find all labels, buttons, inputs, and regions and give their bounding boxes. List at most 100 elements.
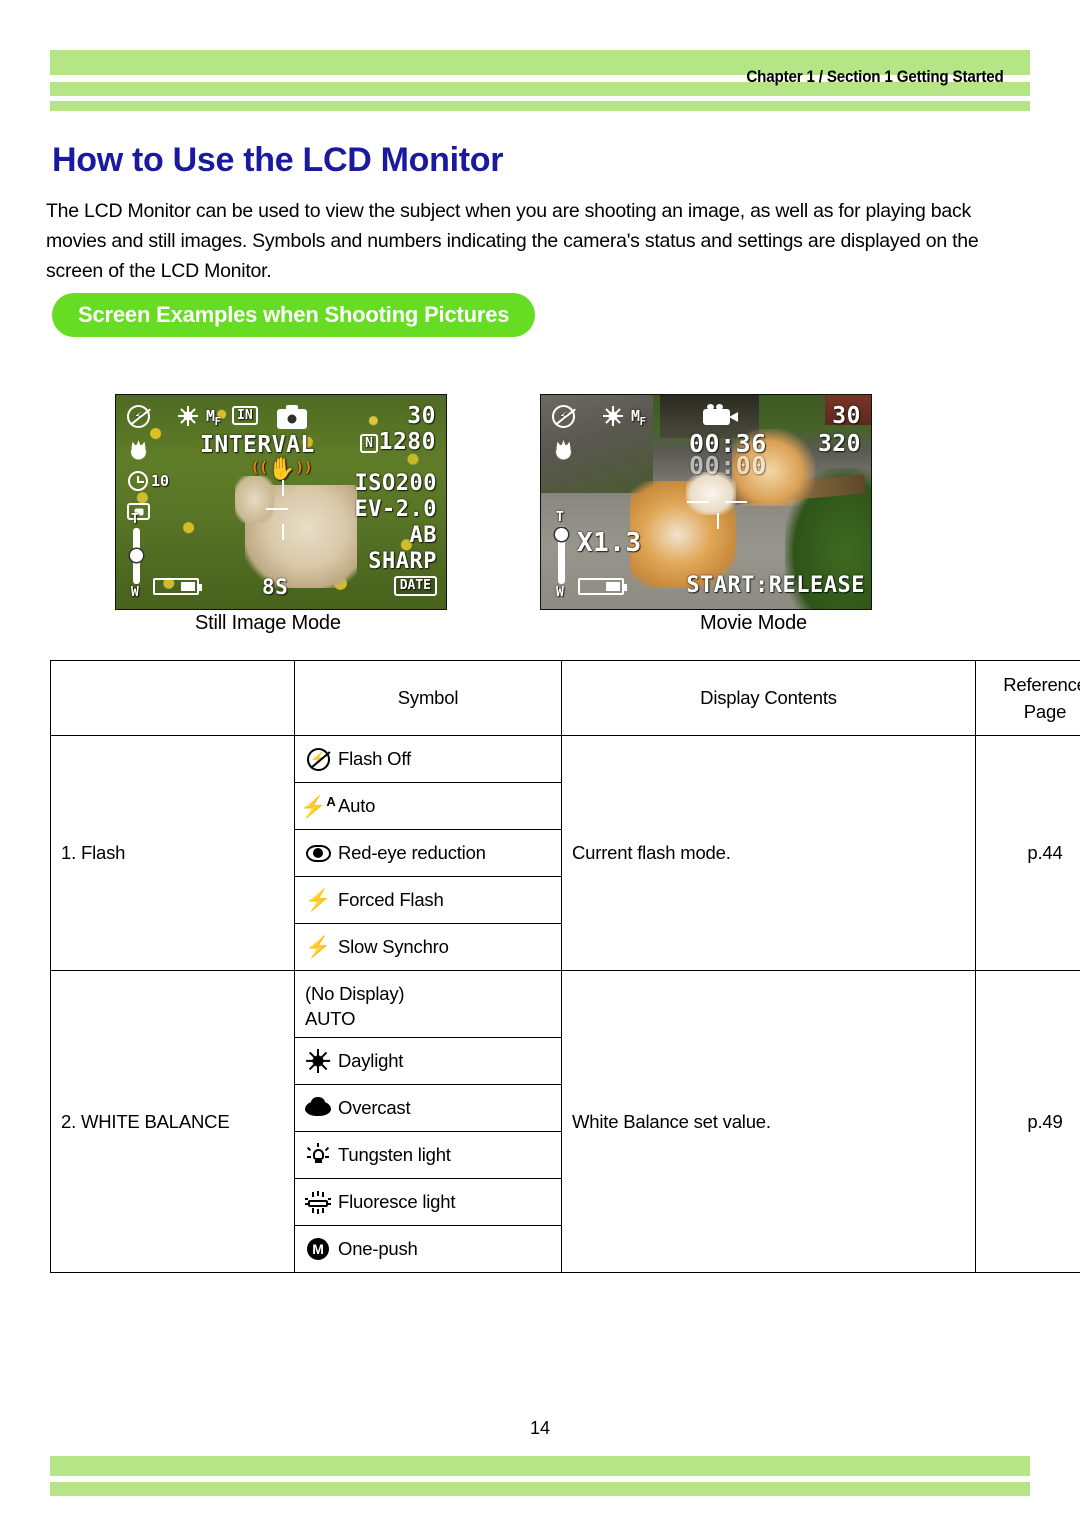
focus-crosshair bbox=[266, 480, 318, 540]
table-header-symbol: Symbol bbox=[294, 660, 562, 736]
table-row: 2. WHITE BALANCE (No Display) AUTO White… bbox=[50, 970, 1080, 1273]
symbol-label: One-push bbox=[338, 1238, 418, 1259]
symbol-cell-forced-flash: ⚡ Forced Flash bbox=[294, 876, 562, 924]
lcd-movie-caption: Movie Mode bbox=[700, 612, 807, 634]
description-white-balance: White Balance set value. bbox=[561, 970, 976, 1273]
page-number: 14 bbox=[529, 1418, 551, 1438]
iso-value: ISO200 bbox=[354, 471, 437, 496]
zoom-slider[interactable]: T W bbox=[554, 511, 569, 599]
symbol-cell-slow-synchro: ⚡ Slow Synchro bbox=[294, 923, 562, 971]
reference-line2: Page bbox=[1023, 701, 1067, 722]
symbol-cell-overcast: Overcast bbox=[294, 1084, 562, 1132]
slow-synchro-icon: ⚡ bbox=[305, 935, 331, 959]
battery-icon bbox=[578, 578, 627, 595]
focus-crosshair bbox=[687, 495, 749, 531]
symbol-cell-auto-wb: (No Display) AUTO bbox=[294, 970, 562, 1038]
symbol-cell-fluorescent: Fluoresce light bbox=[294, 1178, 562, 1226]
row-label-flash: 1. Flash bbox=[50, 735, 295, 971]
row-label-white-balance: 2. WHITE BALANCE bbox=[50, 970, 295, 1273]
date-stamp-icon: DATE bbox=[393, 576, 437, 596]
symbol-cell-daylight: Daylight bbox=[294, 1037, 562, 1085]
symbol-cell-one-push: M One-push bbox=[294, 1225, 562, 1273]
self-timer-value: 10 bbox=[151, 472, 170, 490]
ev-value: EV-2.0 bbox=[354, 497, 437, 522]
flash-off-icon bbox=[127, 405, 150, 428]
interval-time-value: 8S bbox=[262, 575, 289, 599]
breadcrumb: Chapter 1 / Section 1 Getting Started bbox=[746, 68, 1004, 86]
auto-text: AUTO bbox=[305, 1008, 356, 1029]
reference-line1: Reference bbox=[1003, 674, 1080, 695]
table-header-row: Symbol Display Contents Reference Page bbox=[50, 660, 1080, 736]
movie-camera-icon bbox=[703, 404, 738, 425]
symbol-label: Overcast bbox=[338, 1097, 411, 1118]
flash-auto-icon: ⚡A bbox=[300, 793, 336, 819]
daylight-icon bbox=[305, 1049, 331, 1073]
self-timer-icon bbox=[128, 471, 148, 491]
manual-focus-icon: MF bbox=[631, 407, 646, 428]
fluorescent-icon bbox=[305, 1191, 331, 1214]
manual-focus-icon: MF bbox=[206, 407, 221, 428]
footer-bar-bottom bbox=[50, 1482, 1030, 1496]
zoom-wide-label: W bbox=[556, 585, 564, 600]
lcd-preview-movie: MF 30 320 00:36 00:00 T W X1.3 START:REL… bbox=[540, 394, 872, 610]
elapsed-record-time: 00:00 bbox=[689, 451, 767, 480]
zoom-tele-label: T bbox=[131, 512, 139, 527]
reference-white-balance: p.49 bbox=[975, 970, 1080, 1273]
osd-overlay-still: 10 MF IN 30 N 1280 INTERVAL ✋ ISO200 EV-… bbox=[116, 395, 446, 609]
lcd-symbols-table: Symbol Display Contents Reference Page 1… bbox=[50, 660, 1080, 1273]
symbol-cell-flash-auto: ⚡A Auto bbox=[294, 782, 562, 830]
sharpness-value: SHARP bbox=[368, 549, 437, 574]
page-title: How to Use the LCD Monitor bbox=[52, 140, 504, 179]
size-badge-icon: N bbox=[360, 434, 378, 453]
symbol-label: Flash Off bbox=[338, 748, 411, 769]
flash-off-icon bbox=[305, 747, 331, 771]
overcast-icon bbox=[305, 1096, 331, 1116]
no-display-text: (No Display) bbox=[305, 983, 405, 1004]
movie-status-text: START:RELEASE bbox=[686, 573, 865, 598]
lcd-still-caption: Still Image Mode bbox=[195, 612, 341, 634]
intro-paragraph: The LCD Monitor can be used to view the … bbox=[46, 199, 979, 282]
internal-memory-icon: IN bbox=[232, 406, 258, 425]
symbol-label: Slow Synchro bbox=[338, 936, 449, 957]
zoom-tele-label: T bbox=[556, 510, 564, 525]
symbol-cell-tungsten: Tungsten light bbox=[294, 1131, 562, 1179]
lcd-preview-still-image: 10 MF IN 30 N 1280 INTERVAL ✋ ISO200 EV-… bbox=[115, 394, 447, 610]
symbol-cell-flash-off: Flash Off bbox=[294, 735, 562, 783]
white-balance-daylight-icon bbox=[603, 406, 623, 426]
image-size-value: 1280 bbox=[378, 429, 436, 455]
interval-mode-text: INTERVAL bbox=[200, 432, 315, 458]
reference-flash: p.44 bbox=[975, 735, 1080, 971]
digital-zoom-value: X1.3 bbox=[577, 528, 642, 558]
one-push-icon: M bbox=[305, 1238, 331, 1260]
macro-icon bbox=[128, 439, 149, 460]
battery-icon bbox=[153, 578, 202, 595]
osd-overlay-movie: MF 30 320 00:36 00:00 T W X1.3 START:REL… bbox=[541, 395, 871, 609]
description-flash: Current flash mode. bbox=[561, 735, 976, 971]
symbol-label: Tungsten light bbox=[338, 1144, 451, 1165]
zoom-knob[interactable] bbox=[130, 549, 143, 562]
flash-off-icon bbox=[552, 405, 575, 428]
table-row: 1. Flash Flash Off Current flash mode. p… bbox=[50, 735, 1080, 971]
red-eye-icon bbox=[305, 844, 331, 862]
table-header-blank bbox=[50, 660, 295, 736]
remaining-shots: 30 bbox=[832, 403, 861, 429]
symbol-label: Daylight bbox=[338, 1050, 404, 1071]
tungsten-icon bbox=[305, 1143, 331, 1166]
section-banner: Screen Examples when Shooting Pictures bbox=[52, 293, 536, 337]
image-size-value: 320 bbox=[817, 431, 861, 457]
symbol-label: Fluoresce light bbox=[338, 1191, 456, 1212]
table-header-reference-page: Reference Page bbox=[975, 660, 1080, 736]
white-balance-daylight-icon bbox=[178, 406, 198, 426]
table-header-display-contents: Display Contents bbox=[561, 660, 976, 736]
symbol-label: Red-eye reduction bbox=[338, 842, 486, 863]
remaining-shots: 30 bbox=[407, 403, 436, 429]
symbol-label: Forced Flash bbox=[338, 889, 444, 910]
still-camera-icon bbox=[277, 405, 307, 429]
zoom-slider[interactable]: T W bbox=[129, 513, 144, 599]
macro-icon bbox=[553, 439, 574, 460]
footer-bar-top bbox=[50, 1456, 1030, 1476]
header-bar-bottom bbox=[50, 101, 1030, 111]
symbol-cell-red-eye: Red-eye reduction bbox=[294, 829, 562, 877]
zoom-knob[interactable] bbox=[555, 528, 568, 541]
camera-shake-warning-icon: ✋ bbox=[251, 459, 313, 481]
